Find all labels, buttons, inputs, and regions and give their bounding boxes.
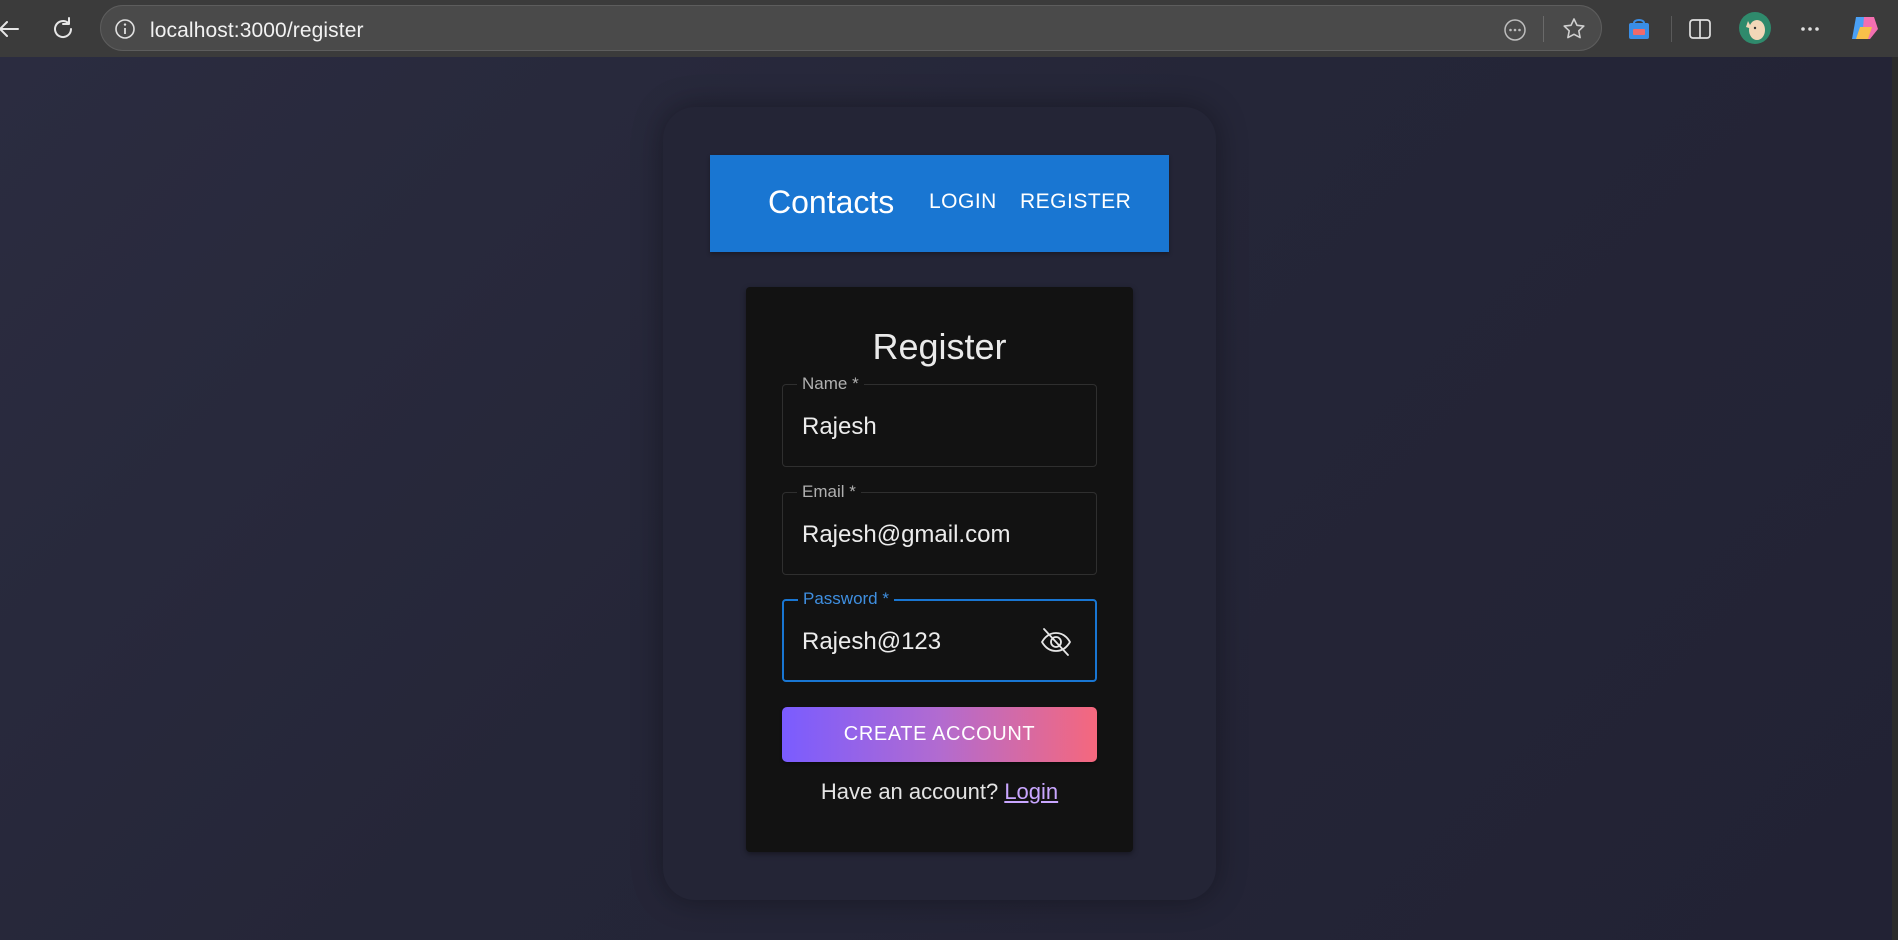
- password-input[interactable]: Rajesh@123: [802, 628, 941, 656]
- address-bar[interactable]: localhost:3000/register: [100, 5, 1602, 51]
- divider: [1543, 16, 1544, 42]
- browser-toolbar: localhost:3000/register: [0, 0, 1898, 57]
- back-icon[interactable]: [0, 14, 24, 44]
- email-label: Email *: [797, 482, 861, 502]
- shopping-icon[interactable]: [1624, 14, 1654, 44]
- divider: [1671, 16, 1672, 42]
- name-label: Name *: [797, 374, 864, 394]
- url-text: localhost:3000/register: [150, 19, 364, 42]
- split-screen-icon[interactable]: [1685, 14, 1715, 44]
- create-account-button[interactable]: CREATE ACCOUNT: [782, 707, 1097, 762]
- password-label: Password *: [798, 589, 894, 609]
- eye-off-icon[interactable]: [1039, 625, 1073, 659]
- form-title: Register: [872, 326, 1007, 367]
- info-icon[interactable]: [114, 18, 136, 40]
- more-icon[interactable]: [1503, 18, 1527, 42]
- nav-register-link[interactable]: REGISTER: [1020, 190, 1131, 214]
- refresh-icon[interactable]: [48, 14, 78, 44]
- app-bar: Contacts LOGIN REGISTER: [710, 155, 1169, 252]
- brand-title[interactable]: Contacts: [768, 184, 894, 221]
- login-prompt: Have an account? Login: [746, 779, 1133, 805]
- star-icon[interactable]: [1561, 16, 1587, 42]
- scrollbar[interactable]: [1892, 57, 1898, 940]
- copilot-icon[interactable]: [1848, 11, 1882, 45]
- name-input[interactable]: Rajesh: [802, 413, 877, 441]
- profile-avatar[interactable]: [1738, 11, 1772, 45]
- login-link[interactable]: Login: [1004, 779, 1058, 804]
- login-prompt-text: Have an account?: [820, 779, 999, 804]
- password-field[interactable]: Password * Rajesh@123: [782, 589, 1097, 682]
- email-input[interactable]: Rajesh@gmail.com: [802, 521, 1010, 549]
- name-field[interactable]: Name * Rajesh: [782, 374, 1097, 467]
- email-field[interactable]: Email * Rajesh@gmail.com: [782, 482, 1097, 575]
- register-form: Register Name * Rajesh Email * Rajesh@gm…: [746, 287, 1133, 852]
- nav-login-link[interactable]: LOGIN: [929, 190, 997, 214]
- ellipsis-icon[interactable]: [1795, 14, 1825, 44]
